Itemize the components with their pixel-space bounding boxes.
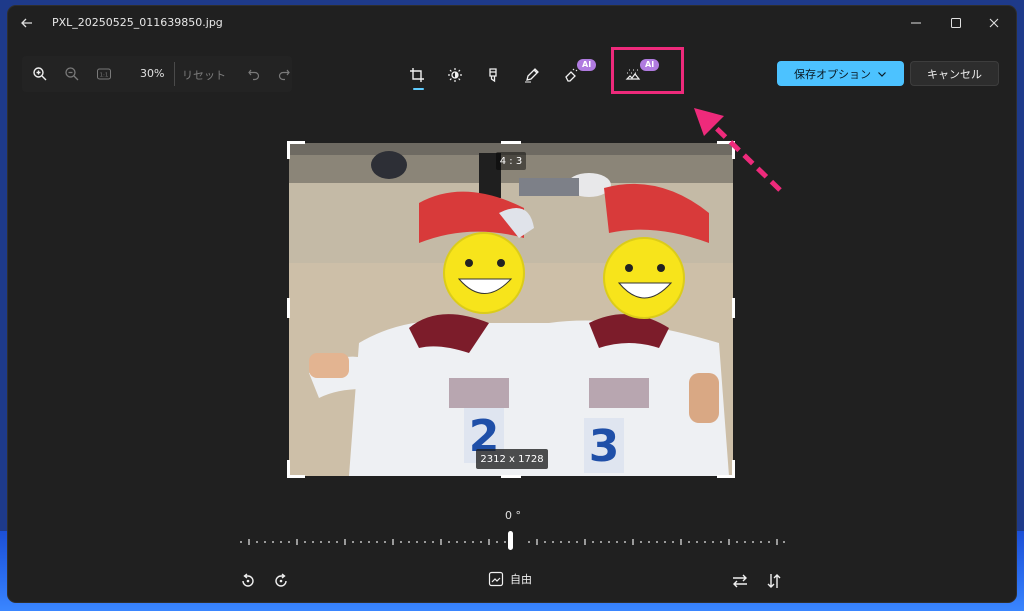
flip-horizontal-icon: [733, 574, 747, 588]
aspect-ratio-label: 4 : 3: [496, 152, 526, 170]
highlight-box: [611, 47, 684, 94]
arrow-left-icon: [21, 18, 32, 28]
photos-editor-window: PXL_20250525_011639850.jpg 1:1 30% リセット: [8, 6, 1016, 602]
crop-handle-bottom[interactable]: [501, 475, 521, 478]
pen-icon: [525, 68, 539, 83]
rotate-left-icon: [242, 573, 254, 587]
crop-icon: [410, 68, 424, 82]
undo-icon: [248, 69, 260, 81]
active-tool-indicator: [413, 88, 424, 90]
crop-handle-top-left-v[interactable]: [287, 141, 290, 159]
rotate-left-button[interactable]: [238, 571, 258, 591]
redo-icon: [278, 69, 290, 81]
chevron-down-icon: [878, 71, 886, 77]
crop-handle-bottom-right-v[interactable]: [732, 460, 735, 478]
crop-dimensions-label: 2312 x 1728: [476, 449, 548, 469]
zoom-in-icon: [33, 67, 47, 81]
aspect-ratio-label: 自由: [510, 573, 532, 586]
close-icon: [989, 18, 999, 28]
zoom-in-button[interactable]: [32, 66, 48, 82]
back-button[interactable]: [18, 14, 36, 32]
erase-ai-badge: AI: [577, 59, 597, 71]
generative-erase-icon: [565, 68, 578, 82]
filter-icon: [489, 68, 497, 83]
window-title: PXL_20250525_011639850.jpg: [52, 16, 223, 29]
actual-size-icon: 1:1: [97, 68, 111, 80]
svg-text:3: 3: [589, 421, 620, 472]
reset-button[interactable]: リセット: [182, 67, 226, 83]
aspect-ratio-button[interactable]: 自由: [488, 571, 532, 587]
annotation-arrow: [694, 108, 782, 192]
rotation-angle: 0 °: [505, 509, 521, 522]
maximize-button[interactable]: [936, 12, 976, 34]
minimize-button[interactable]: [896, 12, 936, 34]
actual-size-button[interactable]: 1:1: [96, 66, 112, 82]
flip-horizontal-button[interactable]: [730, 571, 750, 591]
photo-canvas[interactable]: 2 3: [289, 143, 733, 476]
zoom-level: 30%: [140, 67, 165, 80]
aspect-ratio-icon: [488, 571, 504, 587]
zoom-toolbar: 1:1 30% リセット: [22, 56, 292, 92]
zoom-out-icon: [65, 67, 79, 81]
crop-handle-left[interactable]: [287, 298, 290, 318]
photo-image: 2 3: [289, 143, 733, 476]
minimize-icon: [911, 22, 921, 24]
straighten-slider-thumb[interactable]: [508, 531, 513, 550]
svg-text:1:1: 1:1: [100, 73, 109, 79]
rotate-right-button[interactable]: [271, 571, 291, 591]
flip-vertical-button[interactable]: [764, 571, 784, 591]
toolbar-divider: [174, 62, 175, 86]
filter-tool-button[interactable]: [480, 62, 506, 88]
flip-vertical-icon: [767, 574, 781, 588]
crop-handle-right[interactable]: [732, 298, 735, 318]
cancel-button[interactable]: キャンセル: [910, 61, 999, 86]
markup-tool-button[interactable]: [519, 62, 545, 88]
title-bar: PXL_20250525_011639850.jpg: [8, 6, 1016, 40]
brightness-icon: [448, 68, 462, 82]
crop-handle-bottom-left-v[interactable]: [287, 460, 290, 478]
rotate-right-icon: [275, 573, 287, 587]
maximize-icon: [951, 18, 961, 28]
crop-tool-button[interactable]: [404, 62, 430, 88]
undo-button[interactable]: [246, 66, 262, 82]
save-options-label: 保存オプション: [794, 67, 871, 81]
close-button[interactable]: [974, 12, 1014, 34]
save-options-button[interactable]: 保存オプション: [777, 61, 904, 86]
redo-button[interactable]: [276, 66, 292, 82]
crop-handle-top[interactable]: [501, 141, 521, 144]
adjust-tool-button[interactable]: [442, 62, 468, 88]
zoom-out-button[interactable]: [64, 66, 80, 82]
